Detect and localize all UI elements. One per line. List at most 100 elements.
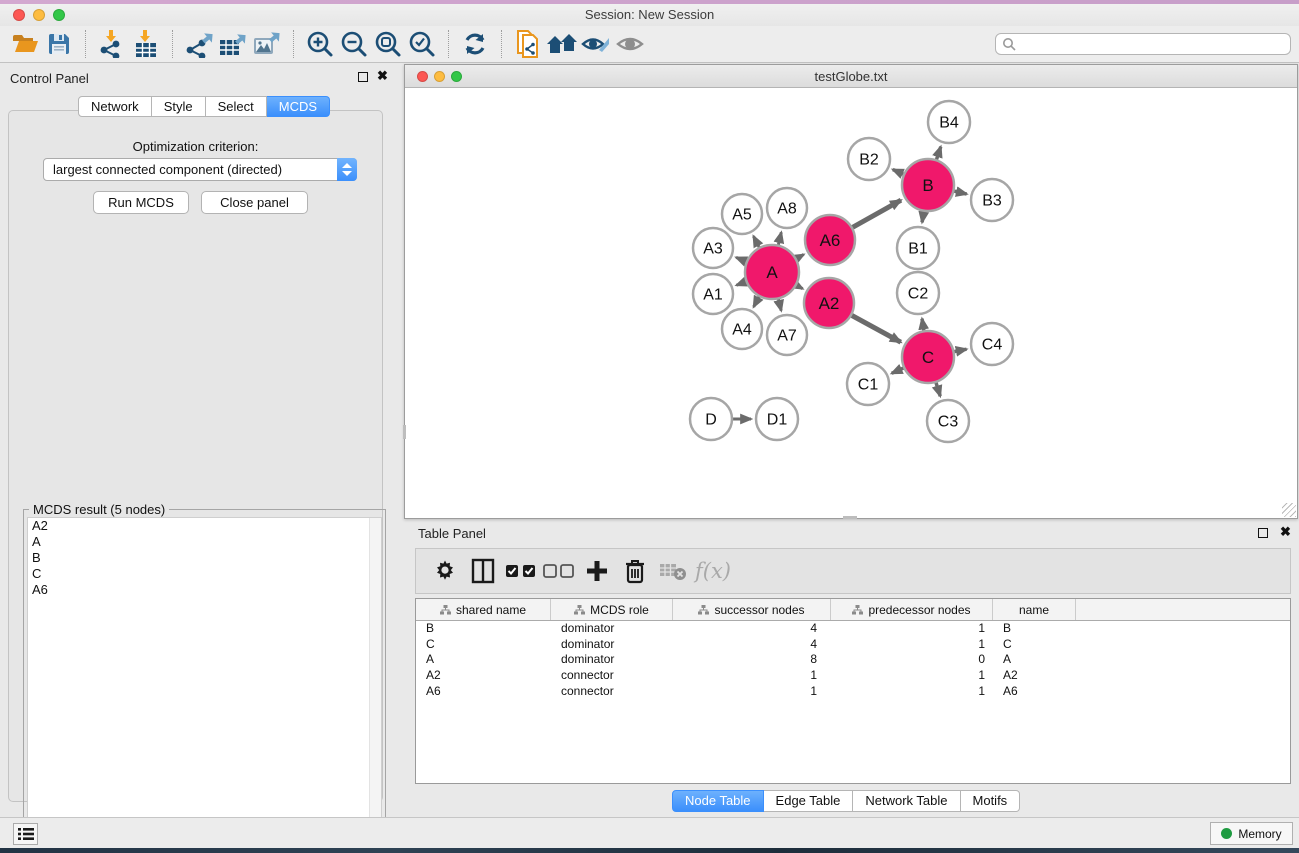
maximize-window-icon[interactable] bbox=[53, 9, 65, 21]
delete-table-icon[interactable] bbox=[654, 554, 692, 588]
scrollbar-track[interactable] bbox=[369, 518, 381, 839]
close-window-icon[interactable] bbox=[13, 9, 25, 21]
export-image-icon[interactable] bbox=[250, 29, 284, 59]
close-network-icon[interactable] bbox=[417, 71, 428, 82]
table-cell[interactable]: C bbox=[416, 637, 551, 653]
mcds-result-list[interactable]: A2ABCA6 bbox=[27, 517, 382, 840]
mcds-result-item[interactable]: A bbox=[28, 534, 381, 550]
table-cell[interactable]: 4 bbox=[673, 621, 831, 637]
graph-node-A5[interactable]: A5 bbox=[722, 194, 762, 234]
graph-node-C3[interactable]: C3 bbox=[927, 400, 969, 442]
criterion-select[interactable]: largest connected component (directed) bbox=[43, 158, 357, 181]
graph-node-D[interactable]: D bbox=[690, 398, 732, 440]
table-cell[interactable]: A2 bbox=[416, 668, 551, 684]
table-row[interactable]: Cdominator41C bbox=[416, 637, 1290, 653]
tab-mcds[interactable]: MCDS bbox=[267, 96, 330, 117]
table-cell[interactable]: A2 bbox=[993, 668, 1076, 684]
table-tab-network-table[interactable]: Network Table bbox=[853, 790, 960, 812]
search-input[interactable] bbox=[1016, 37, 1284, 51]
table-row[interactable]: Adominator80A bbox=[416, 652, 1290, 668]
table-cell[interactable]: dominator bbox=[551, 637, 673, 653]
table-cell[interactable]: 1 bbox=[831, 684, 993, 700]
copy-session-icon[interactable] bbox=[511, 29, 545, 59]
column-header-MCDS-role[interactable]: MCDS role bbox=[551, 599, 673, 620]
graph-node-D1[interactable]: D1 bbox=[756, 398, 798, 440]
show-columns-icon[interactable] bbox=[464, 554, 502, 588]
table-cell[interactable]: 1 bbox=[673, 668, 831, 684]
resize-grip-icon[interactable] bbox=[1282, 503, 1296, 517]
table-cell[interactable]: dominator bbox=[551, 652, 673, 668]
close-panel-button[interactable]: Close panel bbox=[201, 191, 308, 214]
table-tab-node-table[interactable]: Node Table bbox=[672, 790, 764, 812]
table-cell[interactable]: connector bbox=[551, 668, 673, 684]
graph-node-A7[interactable]: A7 bbox=[767, 315, 807, 355]
graph-node-A8[interactable]: A8 bbox=[767, 188, 807, 228]
task-history-button[interactable] bbox=[13, 823, 38, 845]
table-row[interactable]: Bdominator41B bbox=[416, 621, 1290, 637]
run-mcds-button[interactable]: Run MCDS bbox=[93, 191, 189, 214]
add-column-icon[interactable] bbox=[578, 554, 616, 588]
table-cell[interactable]: 1 bbox=[831, 637, 993, 653]
graph-node-C[interactable]: C bbox=[902, 331, 954, 383]
graph-node-C2[interactable]: C2 bbox=[897, 272, 939, 314]
table-tab-edge-table[interactable]: Edge Table bbox=[764, 790, 854, 812]
graph-node-C4[interactable]: C4 bbox=[971, 323, 1013, 365]
column-header-name[interactable]: name bbox=[993, 599, 1076, 620]
mcds-result-item[interactable]: C bbox=[28, 566, 381, 582]
home-view-icon[interactable] bbox=[545, 29, 579, 59]
column-header-shared-name[interactable]: shared name bbox=[416, 599, 551, 620]
table-cell[interactable]: C bbox=[993, 637, 1076, 653]
float-panel-icon[interactable] bbox=[358, 72, 368, 82]
table-options-gear-icon[interactable] bbox=[426, 554, 464, 588]
show-graphics-eye-icon[interactable] bbox=[613, 29, 647, 59]
graph-node-B2[interactable]: B2 bbox=[848, 138, 890, 180]
table-cell[interactable]: 1 bbox=[831, 668, 993, 684]
hide-details-icon[interactable] bbox=[579, 29, 613, 59]
network-window-titlebar[interactable]: testGlobe.txt bbox=[405, 65, 1297, 88]
export-table-icon[interactable] bbox=[216, 29, 250, 59]
maximize-network-icon[interactable] bbox=[451, 71, 462, 82]
network-canvas[interactable]: AA6A2BCA1A3A4A5A7A8B1B2B3B4C1C2C3C4DD1 bbox=[406, 89, 1296, 518]
table-row[interactable]: A6connector11A6 bbox=[416, 684, 1290, 700]
graph-node-A2[interactable]: A2 bbox=[804, 278, 854, 328]
tab-style[interactable]: Style bbox=[152, 96, 206, 117]
mcds-result-item[interactable]: A2 bbox=[28, 518, 381, 534]
mcds-result-item[interactable]: B bbox=[28, 550, 381, 566]
zoom-out-icon[interactable] bbox=[337, 29, 371, 59]
table-cell[interactable]: A6 bbox=[416, 684, 551, 700]
table-cell[interactable]: A bbox=[993, 652, 1076, 668]
import-table-icon[interactable] bbox=[129, 29, 163, 59]
memory-button[interactable]: Memory bbox=[1210, 822, 1293, 845]
table-cell[interactable]: dominator bbox=[551, 621, 673, 637]
table-cell[interactable]: 8 bbox=[673, 652, 831, 668]
zoom-fit-icon[interactable] bbox=[371, 29, 405, 59]
save-session-icon[interactable] bbox=[42, 29, 76, 59]
refresh-icon[interactable] bbox=[458, 29, 492, 59]
table-cell[interactable]: connector bbox=[551, 684, 673, 700]
delete-column-trash-icon[interactable] bbox=[616, 554, 654, 588]
close-table-panel-icon[interactable]: ✖ bbox=[1280, 525, 1291, 539]
zoom-selected-icon[interactable] bbox=[405, 29, 439, 59]
minimize-window-icon[interactable] bbox=[33, 9, 45, 21]
deselect-all-checkboxes-icon[interactable] bbox=[540, 554, 578, 588]
close-panel-icon[interactable]: ✖ bbox=[377, 69, 388, 83]
table-cell[interactable]: B bbox=[993, 621, 1076, 637]
graph-node-B4[interactable]: B4 bbox=[928, 101, 970, 143]
mcds-result-item[interactable]: A6 bbox=[28, 582, 381, 598]
tab-network[interactable]: Network bbox=[78, 96, 152, 117]
export-network-icon[interactable] bbox=[182, 29, 216, 59]
search-box[interactable] bbox=[995, 33, 1291, 55]
graph-node-C1[interactable]: C1 bbox=[847, 363, 889, 405]
zoom-in-icon[interactable] bbox=[303, 29, 337, 59]
graph-node-A1[interactable]: A1 bbox=[693, 274, 733, 314]
table-cell[interactable]: A bbox=[416, 652, 551, 668]
graph-node-B[interactable]: B bbox=[902, 159, 954, 211]
table-cell[interactable]: 0 bbox=[831, 652, 993, 668]
table-row[interactable]: A2connector11A2 bbox=[416, 668, 1290, 684]
table-tab-motifs[interactable]: Motifs bbox=[961, 790, 1021, 812]
graph-node-A[interactable]: A bbox=[745, 245, 799, 299]
open-file-icon[interactable] bbox=[8, 29, 42, 59]
function-builder-icon[interactable]: f(x) bbox=[692, 554, 730, 588]
graph-node-A6[interactable]: A6 bbox=[805, 215, 855, 265]
float-table-panel-icon[interactable] bbox=[1258, 528, 1268, 538]
